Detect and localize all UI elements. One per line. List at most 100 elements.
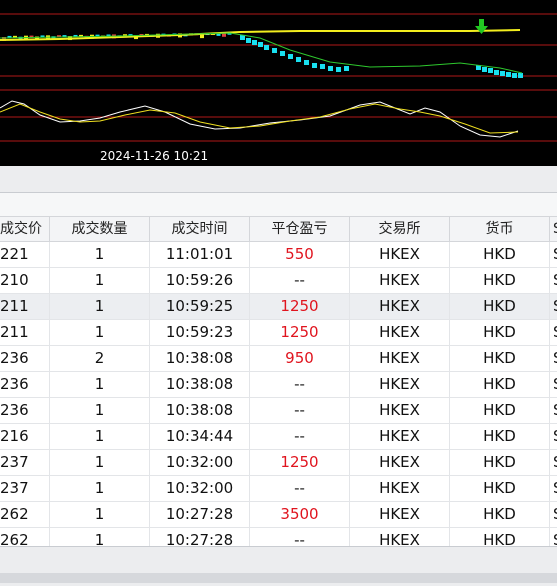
cell-exchange: HKEX [350,346,450,371]
cell-quantity: 1 [50,424,150,449]
cell-extra: S [550,502,557,527]
cell-price: 236 [0,372,50,397]
cell-currency: HKD [450,268,550,293]
cell-time: 10:32:00 [150,476,250,501]
panel-toolbar [0,166,557,193]
col-header-exchange[interactable]: 交易所 [350,217,450,241]
candle [296,57,301,62]
scrollbar-thumb[interactable] [0,573,557,583]
cell-extra: S [550,528,557,546]
cell-price: 236 [0,346,50,371]
cell-currency: HKD [450,398,550,423]
cell-currency: HKD [450,372,550,397]
cell-exchange: HKEX [350,476,450,501]
candle [288,54,293,59]
price-chart[interactable]: 2024-11-26 10:21 [0,0,557,166]
table-row[interactable]: 262110:27:283500HKEXHKDS [0,502,557,528]
cell-time: 10:59:25 [150,294,250,319]
cell-exchange: HKEX [350,398,450,423]
candle [506,72,511,77]
table-row[interactable]: 211110:59:231250HKEXHKDS [0,320,557,346]
candle [494,70,499,75]
cell-time: 10:34:44 [150,424,250,449]
cell-extra: S [550,346,557,371]
cell-extra: S [550,320,557,345]
candle [320,64,325,69]
table-row[interactable]: 236110:38:08--HKEXHKDS [0,372,557,398]
cell-exchange: HKEX [350,528,450,546]
cell-pnl: -- [250,528,350,546]
cell-exchange: HKEX [350,294,450,319]
cell-pnl: 550 [250,242,350,267]
table-row[interactable]: 236110:38:08--HKEXHKDS [0,398,557,424]
candle [272,48,277,53]
candle [258,42,263,47]
candle [312,63,317,68]
cell-pnl: 1250 [250,450,350,475]
col-header-time[interactable]: 成交时间 [150,217,250,241]
col-header-quantity[interactable]: 成交数量 [50,217,150,241]
col-header-extra[interactable]: S [550,217,557,241]
cell-time: 10:38:08 [150,398,250,423]
cell-time: 10:27:28 [150,528,250,546]
cell-quantity: 1 [50,372,150,397]
chart-timestamp-label: 2024-11-26 10:21 [100,149,208,163]
cell-quantity: 1 [50,502,150,527]
cell-pnl: -- [250,424,350,449]
cell-exchange: HKEX [350,320,450,345]
indicator-line-white [0,100,519,138]
cell-exchange: HKEX [350,502,450,527]
cell-quantity: 1 [50,476,150,501]
cell-time: 10:59:26 [150,268,250,293]
table-row[interactable]: 221111:01:01550HKEXHKDS [0,242,557,268]
cell-price: 237 [0,450,50,475]
candle [304,60,309,65]
col-header-price[interactable]: 成交价 [0,217,50,241]
table-row[interactable]: 236210:38:08950HKEXHKDS [0,346,557,372]
candle [512,73,517,78]
cell-quantity: 1 [50,294,150,319]
table-row[interactable]: 216110:34:44--HKEXHKDS [0,424,557,450]
cell-price: 216 [0,424,50,449]
cell-currency: HKD [450,294,550,319]
candle [328,66,333,71]
horizontal-scrollbar[interactable] [0,546,557,586]
cell-price: 262 [0,502,50,527]
cell-exchange: HKEX [350,372,450,397]
cell-exchange: HKEX [350,242,450,267]
candle [336,67,341,72]
cell-extra: S [550,398,557,423]
table-row[interactable]: 237110:32:00--HKEXHKDS [0,476,557,502]
cell-time: 10:32:00 [150,450,250,475]
cell-currency: HKD [450,450,550,475]
cell-price: 237 [0,476,50,501]
cell-exchange: HKEX [350,268,450,293]
cell-time: 10:27:28 [150,502,250,527]
cell-pnl: 950 [250,346,350,371]
col-header-pnl[interactable]: 平仓盈亏 [250,217,350,241]
cell-extra: S [550,424,557,449]
cell-extra: S [550,242,557,267]
cell-pnl: -- [250,268,350,293]
table-row[interactable]: 210110:59:26--HKEXHKDS [0,268,557,294]
col-header-currency[interactable]: 货币 [450,217,550,241]
cell-pnl: 1250 [250,320,350,345]
cell-currency: HKD [450,346,550,371]
table-row[interactable]: 211110:59:251250HKEXHKDS [0,294,557,320]
cell-extra: S [550,476,557,501]
cell-price: 211 [0,294,50,319]
cell-time: 10:38:08 [150,372,250,397]
cell-extra: S [550,450,557,475]
cell-quantity: 2 [50,346,150,371]
candle [500,71,505,76]
cell-time: 11:01:01 [150,242,250,267]
table-row[interactable]: 262110:27:28--HKEXHKDS [0,528,557,546]
trade-fills-table: 成交价 成交数量 成交时间 平仓盈亏 交易所 货币 S 2 211 11:01:01… [0,216,557,546]
table-header: 成交价 成交数量 成交时间 平仓盈亏 交易所 货币 S [0,216,557,242]
candle [280,51,285,56]
cell-quantity: 1 [50,528,150,546]
cell-quantity: 1 [50,242,150,267]
cell-pnl: -- [250,372,350,397]
table-row[interactable]: 237110:32:001250HKEXHKDS [0,450,557,476]
cell-pnl: 1250 [250,294,350,319]
